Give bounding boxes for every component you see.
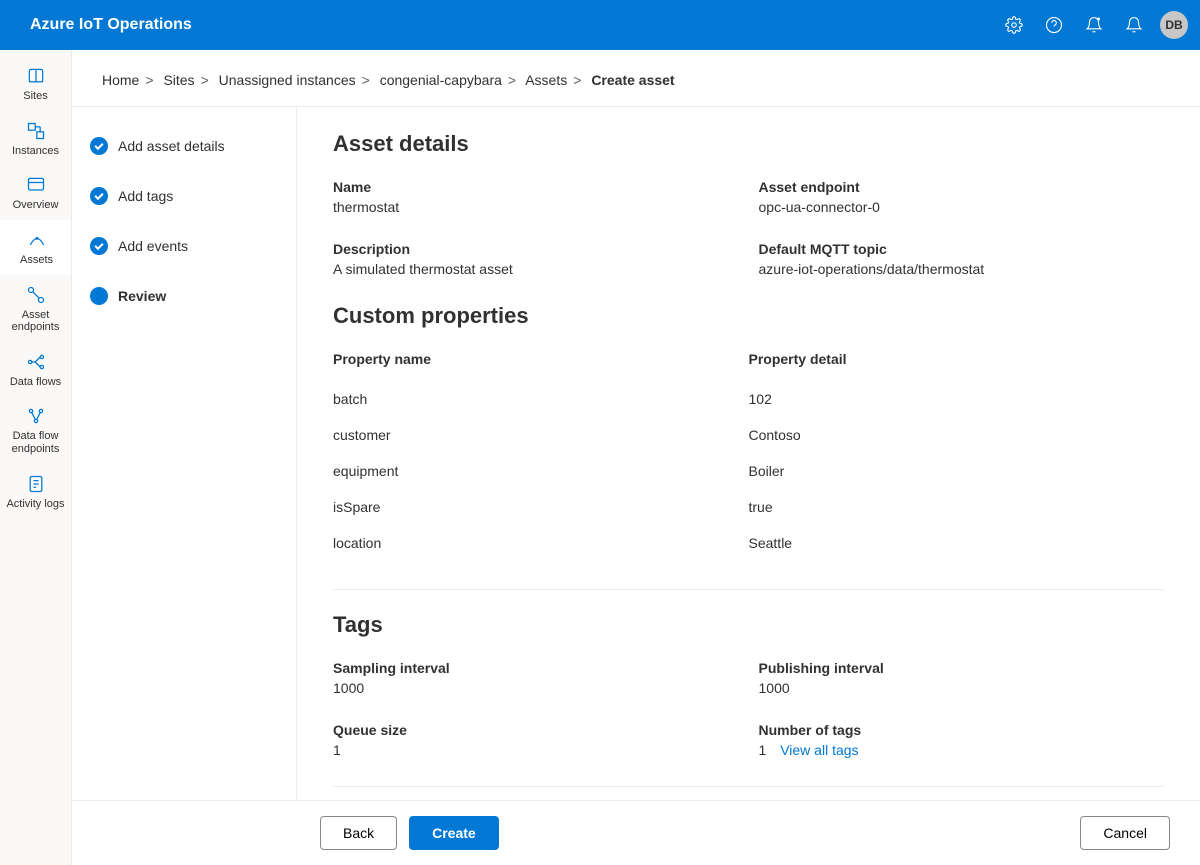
breadcrumb-home[interactable]: Home <box>102 72 139 88</box>
step-label: Add events <box>118 238 188 254</box>
prop-name: isSpare <box>333 499 749 515</box>
prop-name: batch <box>333 391 749 407</box>
tagcount-label: Number of tags <box>759 722 1165 738</box>
mqtt-label: Default MQTT topic <box>759 241 1165 257</box>
section-divider <box>333 786 1164 787</box>
nav-activity-logs[interactable]: Activity logs <box>0 464 71 519</box>
breadcrumb: Home> Sites> Unassigned instances> conge… <box>72 50 1200 107</box>
prop-name: location <box>333 535 749 551</box>
breadcrumb-assets[interactable]: Assets <box>525 72 567 88</box>
notifications-icon[interactable] <box>1114 5 1154 45</box>
check-icon <box>90 187 108 205</box>
description-value: A simulated thermostat asset <box>333 261 739 277</box>
prop-detail: true <box>749 499 1165 515</box>
app-title: Azure IoT Operations <box>30 16 192 34</box>
breadcrumb-unassigned[interactable]: Unassigned instances <box>219 72 356 88</box>
prop-row: isSpare true <box>333 489 1164 525</box>
step-asset-details[interactable]: Add asset details <box>90 137 278 155</box>
avatar[interactable]: DB <box>1160 11 1188 39</box>
breadcrumb-current: Create asset <box>591 72 674 88</box>
tagcount-value: 1 <box>759 742 767 758</box>
nav-label: Overview <box>13 199 59 212</box>
publishing-label: Publishing interval <box>759 660 1165 676</box>
wizard-steps: Add asset details Add tags Add events Re… <box>72 107 297 800</box>
publishing-value: 1000 <box>759 680 1165 696</box>
tags-heading: Tags <box>333 612 1164 638</box>
endpoint-value: opc-ua-connector-0 <box>759 199 1165 215</box>
step-add-tags[interactable]: Add tags <box>90 187 278 205</box>
nav-label: Sites <box>23 90 47 103</box>
whats-new-icon[interactable] <box>1074 5 1114 45</box>
step-review[interactable]: Review <box>90 287 278 305</box>
prop-row: batch 102 <box>333 381 1164 417</box>
prop-detail: Boiler <box>749 463 1165 479</box>
description-label: Description <box>333 241 739 257</box>
mqtt-value: azure-iot-operations/data/thermostat <box>759 261 1165 277</box>
review-pane[interactable]: Asset details Name thermostat Asset endp… <box>297 107 1200 800</box>
help-icon[interactable] <box>1034 5 1074 45</box>
current-step-icon <box>90 287 108 305</box>
asset-details-heading: Asset details <box>333 131 1164 157</box>
prop-detail: Seattle <box>749 535 1165 551</box>
nav-instances[interactable]: Instances <box>0 111 71 166</box>
prop-detail: 102 <box>749 391 1165 407</box>
prop-detail: Contoso <box>749 427 1165 443</box>
settings-icon[interactable] <box>994 5 1034 45</box>
back-button[interactable]: Back <box>320 816 397 850</box>
step-label: Add tags <box>118 188 173 204</box>
prop-row: location Seattle <box>333 525 1164 561</box>
prop-name: customer <box>333 427 749 443</box>
check-icon <box>90 237 108 255</box>
col-property-name: Property name <box>333 351 749 367</box>
nav-overview[interactable]: Overview <box>0 165 71 220</box>
step-label: Add asset details <box>118 138 225 154</box>
nav-label: Activity logs <box>6 498 64 511</box>
nav-label: Instances <box>12 145 59 158</box>
view-all-tags-link[interactable]: View all tags <box>780 742 858 758</box>
queue-label: Queue size <box>333 722 739 738</box>
col-property-detail: Property detail <box>749 351 1165 367</box>
breadcrumb-sites[interactable]: Sites <box>163 72 194 88</box>
nav-label: Asset endpoints <box>2 309 69 334</box>
nav-assets[interactable]: Assets <box>0 220 71 275</box>
check-icon <box>90 137 108 155</box>
prop-name: equipment <box>333 463 749 479</box>
sampling-label: Sampling interval <box>333 660 739 676</box>
name-label: Name <box>333 179 739 195</box>
section-divider <box>333 589 1164 590</box>
nav-label: Data flows <box>10 376 61 389</box>
nav-label: Assets <box>20 254 53 267</box>
step-label: Review <box>118 288 166 304</box>
prop-row: customer Contoso <box>333 417 1164 453</box>
prop-row: equipment Boiler <box>333 453 1164 489</box>
custom-props-heading: Custom properties <box>333 303 1164 329</box>
nav-sites[interactable]: Sites <box>0 56 71 111</box>
nav-label: Data flow endpoints <box>2 430 69 455</box>
top-bar: Azure IoT Operations DB <box>0 0 1200 50</box>
name-value: thermostat <box>333 199 739 215</box>
create-button[interactable]: Create <box>409 816 499 850</box>
left-nav: Sites Instances Overview Assets Asset en… <box>0 50 72 865</box>
step-add-events[interactable]: Add events <box>90 237 278 255</box>
nav-asset-endpoints[interactable]: Asset endpoints <box>0 275 71 342</box>
nav-data-flow-endpoints[interactable]: Data flow endpoints <box>0 396 71 463</box>
cancel-button[interactable]: Cancel <box>1080 816 1170 850</box>
queue-value: 1 <box>333 742 739 758</box>
sampling-value: 1000 <box>333 680 739 696</box>
wizard-footer: Back Create Cancel <box>72 800 1200 865</box>
nav-data-flows[interactable]: Data flows <box>0 342 71 397</box>
endpoint-label: Asset endpoint <box>759 179 1165 195</box>
breadcrumb-instance[interactable]: congenial-capybara <box>380 72 502 88</box>
